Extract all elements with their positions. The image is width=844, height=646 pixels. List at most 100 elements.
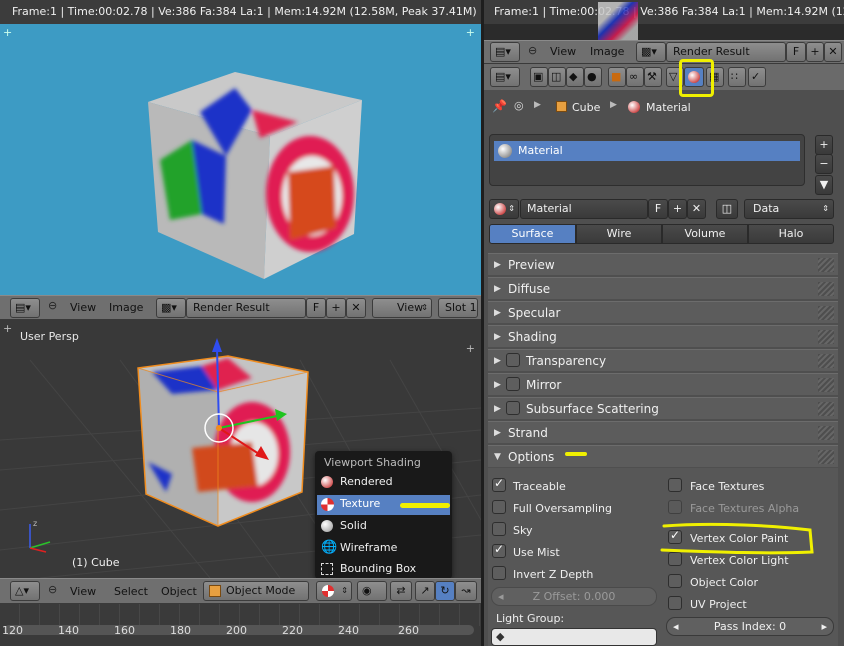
context-constraints-tab[interactable]: ∞ — [626, 67, 644, 87]
remove-material-slot-button[interactable]: − — [815, 154, 833, 174]
unlink-image-button[interactable]: ✕ — [824, 42, 842, 62]
new-image-button[interactable]: + — [326, 298, 346, 318]
corner-plus-icon[interactable]: + — [3, 322, 12, 335]
menu-view[interactable]: View — [70, 582, 96, 602]
panel-enable-checkbox[interactable] — [506, 401, 520, 415]
material-browse-button[interactable]: ⇕ — [489, 199, 519, 219]
pass-index-field[interactable]: ◂ Pass Index: 0 ▸ — [666, 617, 834, 636]
checkbox-uv-project[interactable] — [668, 596, 682, 610]
menu-object[interactable]: Object — [161, 582, 197, 602]
transform-gizmo[interactable] — [195, 338, 295, 468]
drag-handle-icon[interactable] — [818, 402, 834, 416]
drag-handle-icon[interactable] — [818, 306, 834, 320]
material-link-dropdown[interactable]: Data ⇕ — [744, 199, 834, 219]
drag-handle-icon[interactable] — [818, 378, 834, 392]
shading-option-solid[interactable]: Solid — [317, 517, 450, 537]
context-object-tab[interactable]: ■ — [608, 67, 626, 87]
editor-type-button[interactable]: ▤▾ — [490, 42, 520, 62]
panel-preview[interactable]: ▶ Preview — [488, 253, 838, 275]
z-offset-field[interactable]: ◂ Z Offset: 0.000 — [491, 587, 657, 606]
checkbox-full-oversampling[interactable] — [492, 500, 506, 514]
shading-option-bounding-box[interactable]: Bounding Box — [317, 561, 450, 578]
image-browse-button[interactable]: ▩▾ — [636, 42, 666, 62]
panel-mirror[interactable]: ▶ Mirror — [488, 373, 838, 395]
unlink-material-button[interactable]: ✕ — [687, 199, 706, 219]
corner-plus-icon[interactable]: + — [3, 26, 12, 39]
drag-handle-icon[interactable] — [818, 354, 834, 368]
editor-type-button[interactable]: ▤▾ — [490, 67, 520, 87]
panel-specular[interactable]: ▶ Specular — [488, 301, 838, 323]
menu-select[interactable]: Select — [114, 582, 148, 602]
material-fake-user-button[interactable]: F — [648, 199, 668, 219]
panel-enable-checkbox[interactable] — [506, 353, 520, 367]
collapse-menu-icon[interactable]: ⊖ — [48, 299, 57, 312]
image-name-field[interactable]: Render Result — [186, 298, 306, 318]
slot-dropdown[interactable]: Slot 1 — [438, 298, 478, 318]
light-group-field[interactable]: ◆ — [491, 628, 657, 646]
pin-icon[interactable]: 📌 — [492, 99, 507, 113]
panel-enable-checkbox[interactable] — [506, 377, 520, 391]
pivot-point-button[interactable]: ◉ — [357, 581, 387, 601]
context-render-tab[interactable]: ▣ — [530, 67, 548, 87]
context-particles-tab[interactable]: ∷ — [728, 67, 746, 87]
scale-manipulator[interactable]: ↝ — [455, 581, 477, 601]
checkbox-object-color[interactable] — [668, 574, 682, 588]
new-material-button[interactable]: + — [668, 199, 687, 219]
rotate-manipulator[interactable]: ↻ — [435, 581, 455, 601]
menu-image[interactable]: Image — [590, 42, 624, 62]
editor-type-button[interactable]: ▤▾ — [10, 298, 40, 318]
context-world-tab[interactable]: ● — [584, 67, 602, 87]
material-link-icon-button[interactable]: ◫ — [716, 199, 738, 219]
context-scene-tab[interactable]: ◆ — [566, 67, 584, 87]
manipulator-toggle[interactable]: ⇄ — [390, 581, 412, 601]
checkbox-face-textures[interactable] — [668, 478, 682, 492]
context-modifiers-tab[interactable]: ⚒ — [644, 67, 662, 87]
context-layers-tab[interactable]: ◫ — [548, 67, 566, 87]
editor-type-button[interactable]: △▾ — [10, 581, 40, 601]
tab-halo[interactable]: Halo — [748, 224, 834, 244]
shading-option-wireframe[interactable]: 🌐 Wireframe — [317, 539, 450, 559]
checkbox-traceable[interactable] — [492, 476, 506, 492]
menu-image[interactable]: Image — [109, 298, 143, 318]
corner-plus-icon[interactable]: + — [466, 26, 475, 39]
material-specials-button[interactable]: ▼ — [815, 175, 833, 195]
mode-dropdown[interactable]: Object Mode — [203, 581, 309, 601]
translate-manipulator[interactable]: ↗ — [415, 581, 435, 601]
panel-diffuse[interactable]: ▶ Diffuse — [488, 277, 838, 299]
panel-shading[interactable]: ▶ Shading — [488, 325, 838, 347]
view-dropdown[interactable]: View ⇕ — [372, 298, 432, 318]
unlink-image-button[interactable]: ✕ — [346, 298, 366, 318]
image-editor-viewport[interactable]: + + — [0, 24, 481, 295]
context-physics-tab[interactable]: ✓ — [748, 67, 766, 87]
checkbox-sky[interactable] — [492, 522, 506, 536]
image-browse-button[interactable]: ▩▾ — [156, 298, 186, 318]
new-image-button[interactable]: + — [806, 42, 824, 62]
add-material-slot-button[interactable]: + — [815, 135, 833, 155]
3d-viewport[interactable]: User Persp + + z (1) Cube Viewport Shadi… — [0, 320, 481, 578]
checkbox-face-textures-alpha[interactable] — [668, 500, 682, 514]
viewport-shading-button[interactable]: ⇕ — [316, 581, 352, 601]
tab-wire[interactable]: Wire — [576, 224, 662, 244]
drag-handle-icon[interactable] — [818, 426, 834, 440]
checkbox-invert-z-depth[interactable] — [492, 566, 506, 580]
checkbox-use-mist[interactable] — [492, 542, 506, 558]
drag-handle-icon[interactable] — [818, 330, 834, 344]
shading-option-rendered[interactable]: Rendered — [317, 473, 450, 493]
menu-view[interactable]: View — [70, 298, 96, 318]
drag-handle-icon[interactable] — [818, 450, 834, 464]
drag-handle-icon[interactable] — [818, 258, 834, 272]
panel-strand[interactable]: ▶ Strand — [488, 421, 838, 443]
panel-options[interactable]: ▼ Options — [488, 445, 838, 467]
material-slot-list[interactable]: Material — [489, 134, 805, 186]
panel-subsurface-scattering[interactable]: ▶ Subsurface Scattering — [488, 397, 838, 419]
material-slot-item[interactable]: Material — [494, 141, 800, 161]
fake-user-button[interactable]: F — [786, 42, 806, 62]
collapse-menu-icon[interactable]: ⊖ — [528, 44, 537, 57]
panel-transparency[interactable]: ▶ Transparency — [488, 349, 838, 371]
tab-surface[interactable]: Surface — [489, 224, 576, 244]
material-name-field[interactable]: Material — [520, 199, 648, 219]
tab-volume[interactable]: Volume — [662, 224, 748, 244]
corner-plus-icon[interactable]: + — [466, 342, 475, 355]
menu-view[interactable]: View — [550, 42, 576, 62]
fake-user-button[interactable]: F — [306, 298, 326, 318]
